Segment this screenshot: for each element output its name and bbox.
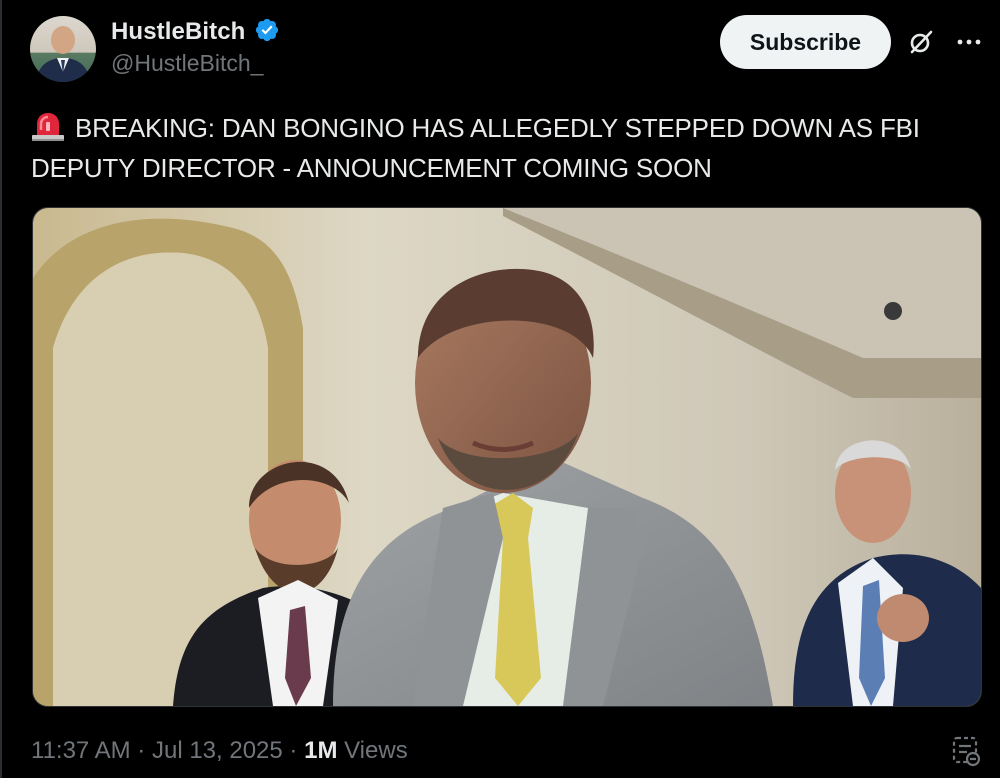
post-text-body: BREAKING: DAN BONGINO HAS ALLEGEDLY STEP… [31,113,920,183]
avatar[interactable] [30,16,96,82]
window-edge [0,0,2,778]
post-date[interactable]: Jul 13, 2025 [152,737,283,764]
author-display-name[interactable]: HustleBitch [111,18,245,46]
post-meta: 11:37 AM · Jul 13, 2025 · 1M Views [31,737,408,765]
grok-icon[interactable] [907,28,935,56]
analytics-icon[interactable] [950,735,982,767]
post-time[interactable]: 11:37 AM [31,737,131,764]
post-photo[interactable] [32,207,982,707]
subscribe-button[interactable]: Subscribe [720,15,891,69]
siren-icon [32,113,64,141]
post-text: BREAKING: DAN BONGINO HAS ALLEGEDLY STEP… [31,108,981,188]
meta-separator: · [137,737,146,764]
views-count: 1M [304,737,338,764]
post-header: HustleBitch @HustleBitch_ Subscribe [30,14,985,84]
views-label: Views [344,737,408,764]
author-handle[interactable]: @HustleBitch_ [111,50,280,77]
more-icon[interactable] [954,28,984,56]
photo-illustration [33,208,981,706]
author-info: HustleBitch @HustleBitch_ [111,18,280,77]
meta-separator: · [289,737,298,764]
verified-badge-icon[interactable] [254,17,280,43]
